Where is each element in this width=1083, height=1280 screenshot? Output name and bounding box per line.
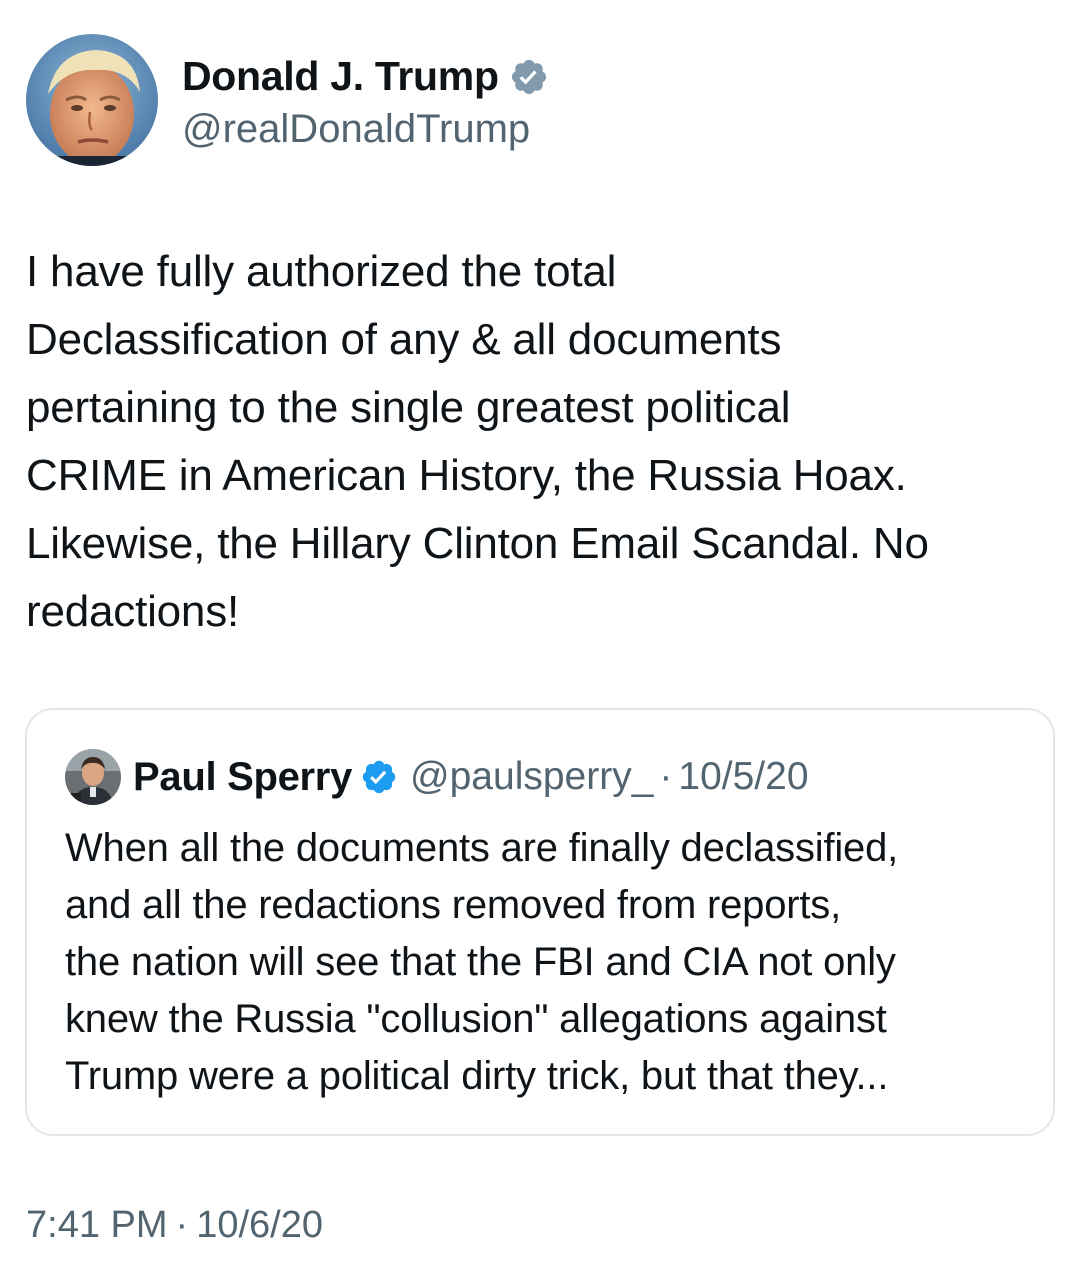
blue-verified-icon	[360, 758, 398, 796]
quoted-author-name: Paul Sperry	[133, 754, 353, 799]
author-handle[interactable]: @realDonaldTrump	[182, 107, 549, 152]
tweet-date: 10/6/20	[196, 1204, 323, 1246]
tweet-time: 7:41 PM	[26, 1204, 168, 1246]
quoted-author-avatar	[65, 749, 121, 805]
tweet-text: I have fully authorized the total Declas…	[26, 247, 929, 636]
tweet-timestamp[interactable]: 7:41 PM · 10/6/20	[26, 1204, 323, 1247]
quoted-separator: ·	[659, 755, 673, 798]
tweet-author[interactable]: Donald J. Trump @realDonaldTrump	[26, 34, 549, 166]
author-display-name[interactable]: Donald J. Trump	[182, 53, 499, 100]
author-name-row: Donald J. Trump	[182, 49, 549, 105]
tweet[interactable]: Donald J. Trump @realDonaldTrump I have …	[0, 0, 1083, 1280]
author-avatar[interactable]	[26, 34, 158, 166]
timestamp-separator: ·	[175, 1204, 189, 1246]
quoted-tweet[interactable]: Paul Sperry @paulsperry_ · 10/5/20 When …	[25, 708, 1055, 1136]
quoted-author-handle: @paulsperry_	[410, 755, 654, 798]
quoted-date: 10/5/20	[678, 755, 809, 798]
quoted-tweet-header: Paul Sperry @paulsperry_ · 10/5/20	[65, 748, 809, 806]
author-names: Donald J. Trump @realDonaldTrump	[182, 49, 549, 152]
gray-verified-icon[interactable]	[509, 57, 549, 97]
quoted-tweet-text: When all the documents are finally decla…	[65, 826, 899, 1098]
